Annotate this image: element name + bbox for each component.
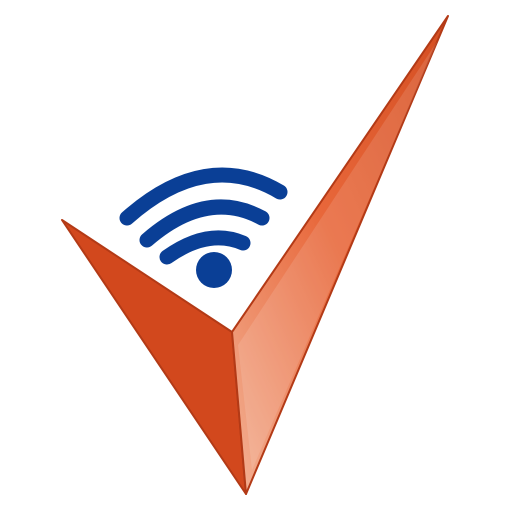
- checkmark-highlight: [238, 40, 438, 470]
- app-icon-canvas: [0, 0, 512, 512]
- wifi-dot: [196, 252, 232, 288]
- wifi-checkmark-logo: [61, 15, 449, 495]
- wifi-arc-inner: [159, 230, 251, 265]
- checkmark-icon: [61, 15, 449, 495]
- wifi-icon: [119, 167, 288, 288]
